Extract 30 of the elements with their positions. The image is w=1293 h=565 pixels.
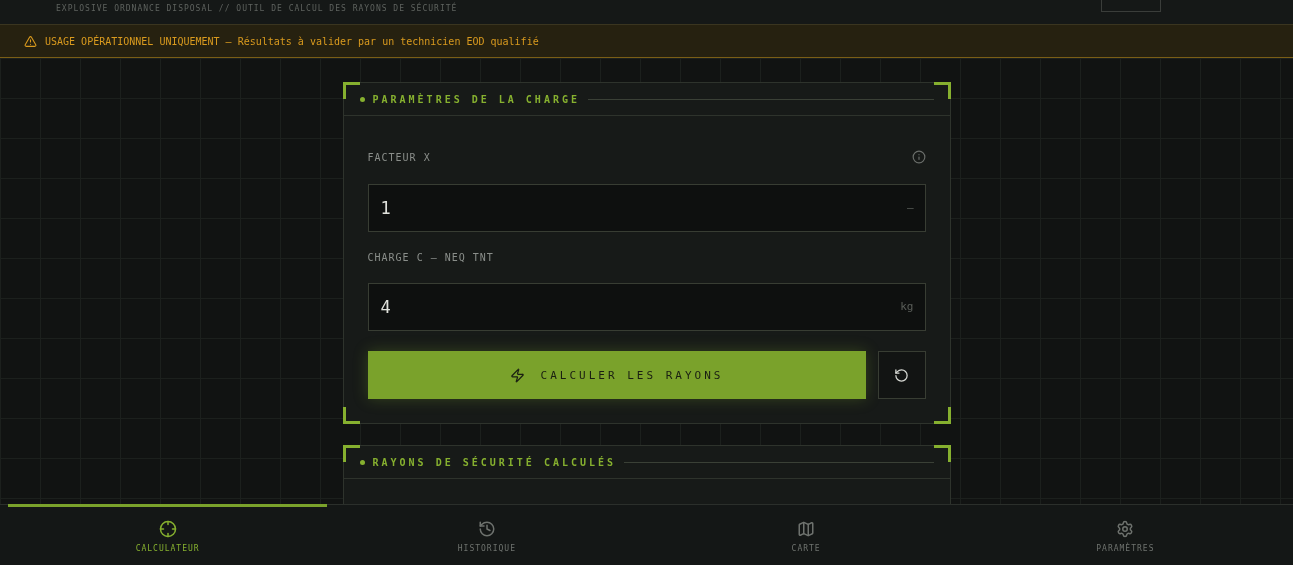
nav-tab[interactable]: CARTE	[646, 504, 966, 565]
reset-button[interactable]	[877, 351, 926, 399]
nav-tab[interactable]: HISTORIQUE	[327, 504, 647, 565]
field-label: CHARGE C — NEQ TNT	[367, 252, 494, 263]
history-icon	[477, 519, 496, 538]
unit-label: —	[906, 201, 914, 214]
corner-bracket-icon	[342, 407, 360, 424]
header-subtitle: EXPLOSIVE ORDNANCE DISPOSAL // OUTIL DE CALCUL DES RAYONS DE SÉCURITÉ	[56, 4, 458, 13]
panel-title: RAYONS DE SÉCURITÉ CALCULÉS	[372, 456, 617, 468]
corner-bracket-icon	[342, 82, 360, 99]
map-icon	[797, 519, 816, 538]
nav-tab[interactable]: PARAMÈTRES	[965, 504, 1285, 565]
panel-title: PARAMÈTRES DE LA CHARGE	[372, 93, 580, 105]
corner-bracket-icon	[342, 445, 360, 462]
calculate-button[interactable]: CALCULER LES RAYONS	[367, 351, 866, 399]
warning-icon	[24, 34, 37, 48]
warning-text: USAGE OPÉRATIONNEL UNIQUEMENT — Résultats à valider par un technicien EOD qualifié	[45, 35, 539, 47]
reset-icon	[894, 367, 909, 383]
corner-bracket-icon	[933, 407, 951, 424]
info-icon[interactable]	[911, 150, 926, 164]
lightning-icon	[509, 367, 525, 383]
crosshair-icon	[158, 519, 177, 538]
nav-tab[interactable]: CALCULATEUR	[8, 504, 328, 565]
bullet-icon	[359, 459, 365, 465]
corner-bracket-icon	[933, 445, 951, 462]
settings-icon	[1116, 519, 1135, 538]
bullet-icon	[359, 96, 365, 102]
unit-label: kg	[900, 300, 914, 313]
field-label: FACTEUR X	[367, 151, 431, 163]
corner-bracket-icon	[933, 82, 951, 99]
